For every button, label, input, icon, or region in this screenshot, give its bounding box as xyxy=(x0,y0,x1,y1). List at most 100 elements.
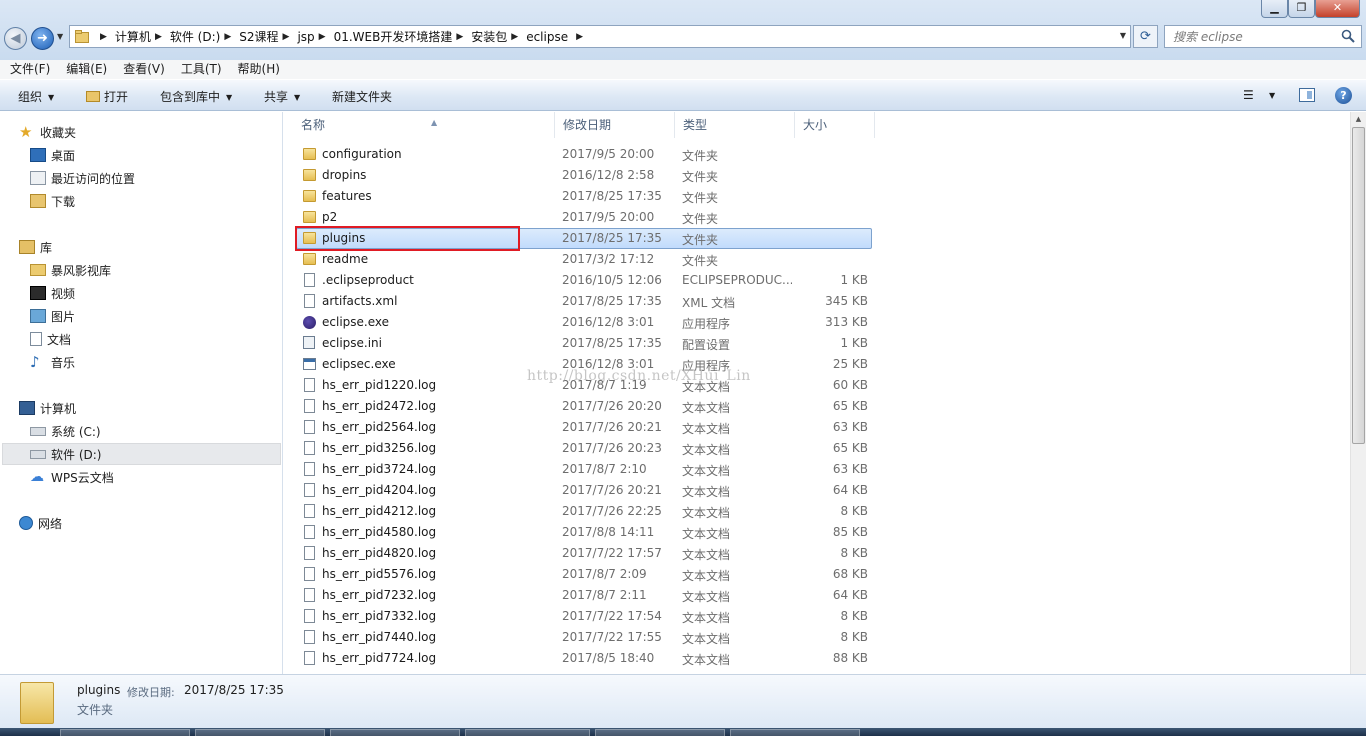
file-row[interactable]: plugins 2017/8/25 17:35 文件夹 xyxy=(284,226,1350,251)
menu-file[interactable]: 文件(F) xyxy=(2,60,58,79)
breadcrumb-item[interactable]: 软件 (D:) xyxy=(170,28,220,45)
file-row[interactable]: dropins 2016/12/8 2:58 文件夹 xyxy=(284,165,1350,186)
nav-wps-cloud[interactable]: ☁ WPS云文档 xyxy=(30,466,114,488)
search-input[interactable] xyxy=(1173,28,1333,45)
file-row[interactable]: hs_err_pid5576.log 2017/8/7 2:09 文本文档 68 KB xyxy=(284,564,1350,585)
change-view-icon[interactable]: ☰ xyxy=(1243,88,1254,102)
breadcrumb-separator-icon[interactable]: ▶ xyxy=(283,32,290,42)
nav-desktop[interactable]: 桌面 xyxy=(30,144,75,166)
search-box[interactable] xyxy=(1164,25,1362,48)
minimize-button[interactable]: ▁ xyxy=(1261,0,1288,18)
file-name: plugins xyxy=(322,231,366,245)
file-row[interactable]: eclipse.ini 2017/8/25 17:35 配置设置 1 KB xyxy=(284,333,1350,354)
nav-favorites[interactable]: ★ 收藏夹 xyxy=(19,121,76,143)
breadcrumb-item[interactable]: eclipse xyxy=(526,30,568,44)
breadcrumb-separator-icon[interactable]: ▶ xyxy=(319,32,326,42)
file-size: 64 KB xyxy=(832,483,868,497)
breadcrumb-separator-icon[interactable]: ▶ xyxy=(100,32,107,42)
vertical-scrollbar[interactable]: ▲ xyxy=(1350,112,1366,674)
nav-music[interactable]: ♪ 音乐 xyxy=(30,351,75,373)
file-row[interactable]: readme 2017/3/2 17:12 文件夹 xyxy=(284,249,1350,270)
nav-pictures[interactable]: 图片 xyxy=(30,305,75,327)
address-dropdown-icon[interactable]: ▼ xyxy=(1120,31,1126,40)
nav-drive-c[interactable]: 系统 (C:) xyxy=(30,420,101,442)
file-row[interactable]: hs_err_pid1220.log 2017/8/7 1:19 文本文档 60 KB xyxy=(284,375,1350,396)
open-button[interactable]: 打开 xyxy=(86,88,128,105)
computer-icon xyxy=(19,401,35,415)
file-name: hs_err_pid3256.log xyxy=(322,441,437,455)
maximize-button[interactable]: ❐ xyxy=(1288,0,1315,18)
breadcrumb-separator-icon[interactable]: ▶ xyxy=(576,32,583,42)
file-row[interactable]: p2 2017/9/5 20:00 文件夹 xyxy=(284,207,1350,228)
close-button[interactable]: ✕ xyxy=(1315,0,1360,18)
help-icon[interactable]: ? xyxy=(1335,87,1352,104)
nav-videos[interactable]: 视频 xyxy=(30,282,75,304)
menu-view[interactable]: 查看(V) xyxy=(115,60,173,79)
file-row[interactable]: configuration 2017/9/5 20:00 文件夹 xyxy=(284,144,1350,165)
file-row[interactable]: artifacts.xml 2017/8/25 17:35 XML 文档 345 KB xyxy=(284,291,1350,312)
file-row[interactable]: hs_err_pid2472.log 2017/7/26 20:20 文本文档 65 … xyxy=(284,396,1350,417)
search-icon[interactable] xyxy=(1341,29,1355,43)
taskbar-button[interactable] xyxy=(60,729,190,736)
forward-button[interactable]: ➜ xyxy=(31,27,54,50)
file-row[interactable]: hs_err_pid4204.log 2017/7/26 20:21 文本文档 64 … xyxy=(284,480,1350,501)
file-row[interactable]: .eclipseproduct 2016/10/5 12:06 ECLIPSEPRO… xyxy=(284,270,1350,291)
file-row[interactable]: hs_err_pid3256.log 2017/7/26 20:23 文本文档 65 … xyxy=(284,438,1350,459)
nav-recent[interactable]: 最近访问的位置 xyxy=(30,167,135,189)
file-row[interactable]: hs_err_pid3724.log 2017/8/7 2:10 文本文档 63 KB xyxy=(284,459,1350,480)
nav-computer[interactable]: 计算机 xyxy=(19,397,76,419)
nav-drive-d[interactable]: 软件 (D:) xyxy=(2,443,281,465)
nav-network[interactable]: 网络 xyxy=(19,512,62,534)
taskbar-button[interactable] xyxy=(465,729,590,736)
column-header-date[interactable]: 修改日期 xyxy=(555,112,675,138)
taskbar-button[interactable] xyxy=(595,729,725,736)
breadcrumb-item[interactable]: 安装包 xyxy=(471,28,507,45)
file-row[interactable]: hs_err_pid4212.log 2017/7/26 22:25 文本文档 8 K… xyxy=(284,501,1350,522)
nav-libraries[interactable]: 库 xyxy=(19,236,52,258)
breadcrumb-separator-icon[interactable]: ▶ xyxy=(155,32,162,42)
nav-documents[interactable]: 文档 xyxy=(30,328,71,350)
taskbar-button[interactable] xyxy=(730,729,860,736)
file-row[interactable]: features 2017/8/25 17:35 文件夹 xyxy=(284,186,1350,207)
file-row[interactable]: eclipsec.exe 2016/12/8 3:01 应用程序 25 KB xyxy=(284,354,1350,375)
breadcrumb-separator-icon[interactable]: ▶ xyxy=(224,32,231,42)
column-header-type[interactable]: 类型 xyxy=(675,112,795,138)
file-type: 文本文档 xyxy=(682,443,731,457)
share-button[interactable]: 共享 ▼ xyxy=(264,88,300,105)
file-row[interactable]: hs_err_pid2564.log 2017/7/26 20:21 文本文档 63 … xyxy=(284,417,1350,438)
file-row[interactable]: hs_err_pid4820.log 2017/7/22 17:57 文本文档 8 K… xyxy=(284,543,1350,564)
nav-baofeng[interactable]: 暴风影视库 xyxy=(30,259,111,281)
menu-edit[interactable]: 编辑(E) xyxy=(58,60,115,79)
refresh-button[interactable]: ⟳ xyxy=(1133,25,1158,48)
column-header-name[interactable]: 名称 ▲ xyxy=(293,112,555,138)
file-row[interactable]: hs_err_pid7440.log 2017/7/22 17:55 文本文档 8 K… xyxy=(284,627,1350,648)
breadcrumb-item[interactable]: jsp xyxy=(297,30,314,44)
address-bar[interactable]: ▶ 计算机 ▶ 软件 (D:) ▶ S2课程 ▶ jsp ▶ 01.WEB开发环境搭建 ▶ 安装包 ▶ e… xyxy=(69,25,1131,48)
file-row[interactable]: eclipse.exe 2016/12/8 3:01 应用程序 313 KB xyxy=(284,312,1350,333)
new-folder-button[interactable]: 新建文件夹 xyxy=(332,88,392,105)
breadcrumb-item[interactable]: S2课程 xyxy=(239,28,278,45)
organize-button[interactable]: 组织 ▼ xyxy=(18,88,54,105)
include-in-library-button[interactable]: 包含到库中 ▼ xyxy=(160,88,232,105)
file-row[interactable]: hs_err_pid7332.log 2017/7/22 17:54 文本文档 8 K… xyxy=(284,606,1350,627)
column-header-size[interactable]: 大小 xyxy=(795,112,875,138)
breadcrumb-separator-icon[interactable]: ▶ xyxy=(511,32,518,42)
view-dropdown-icon[interactable]: ▼ xyxy=(1269,91,1275,100)
back-button[interactable]: ◀ xyxy=(4,27,27,50)
breadcrumb-item[interactable]: 计算机 xyxy=(115,28,151,45)
scroll-up-icon[interactable]: ▲ xyxy=(1351,112,1366,126)
file-row[interactable]: hs_err_pid7232.log 2017/8/7 2:11 文本文档 64 KB xyxy=(284,585,1350,606)
nav-downloads[interactable]: 下载 xyxy=(30,190,75,212)
file-type: 文本文档 xyxy=(682,548,731,562)
scrollbar-thumb[interactable] xyxy=(1352,127,1365,444)
menu-help[interactable]: 帮助(H) xyxy=(230,60,288,79)
file-row[interactable]: hs_err_pid7724.log 2017/8/5 18:40 文本文档 88 K… xyxy=(284,648,1350,669)
taskbar-button[interactable] xyxy=(195,729,325,736)
breadcrumb-item[interactable]: 01.WEB开发环境搭建 xyxy=(334,28,453,45)
recent-pages-dropdown[interactable]: ▼ xyxy=(57,32,63,41)
menu-tools[interactable]: 工具(T) xyxy=(173,60,230,79)
taskbar-button[interactable] xyxy=(330,729,460,736)
breadcrumb-separator-icon[interactable]: ▶ xyxy=(456,32,463,42)
file-row[interactable]: hs_err_pid4580.log 2017/8/8 14:11 文本文档 85 K… xyxy=(284,522,1350,543)
preview-pane-icon[interactable] xyxy=(1299,88,1315,102)
